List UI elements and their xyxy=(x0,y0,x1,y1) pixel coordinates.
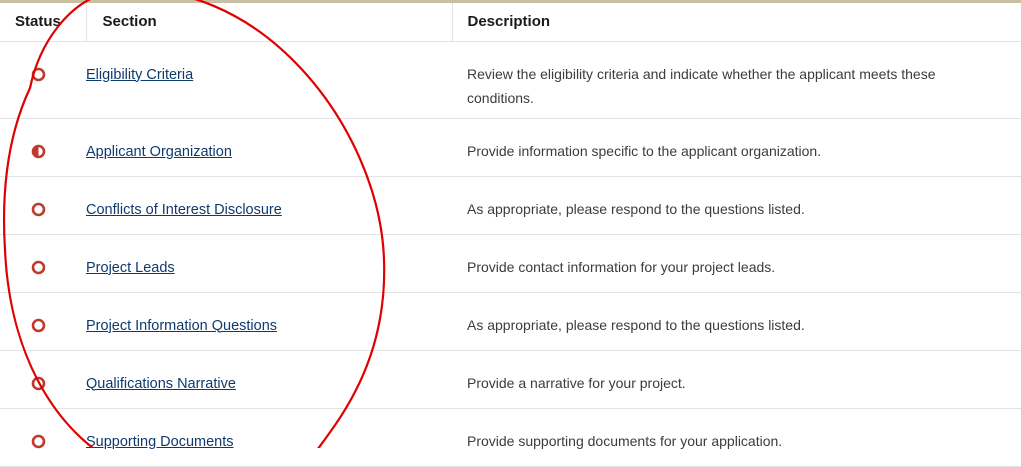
section-link-applicant-organization[interactable]: Applicant Organization xyxy=(86,144,232,160)
section-description: Provide contact information for your pro… xyxy=(452,234,1021,293)
section-link-project-leads[interactable]: Project Leads xyxy=(86,260,175,276)
table-row: Supporting Documents Provide supporting … xyxy=(0,408,1021,467)
table-row: Project Leads Provide contact informatio… xyxy=(0,234,1021,293)
table-row: Applicant Organization Provide informati… xyxy=(0,118,1021,177)
application-sections-table: Status Section Description Eligibility C… xyxy=(0,3,1021,467)
description-column-header: Description xyxy=(451,3,1021,42)
status-empty-circle-icon xyxy=(31,202,46,216)
section-description: Provide information specific to the appl… xyxy=(452,118,1021,177)
status-empty-circle-icon xyxy=(31,376,46,390)
section-link-project-information-questions[interactable]: Project Information Questions xyxy=(86,318,277,334)
table-row: Eligibility Criteria Review the eligibil… xyxy=(0,41,1021,119)
status-empty-circle-icon xyxy=(31,434,46,448)
section-description: Provide supporting documents for your ap… xyxy=(452,408,1021,467)
section-description: Review the eligibility criteria and indi… xyxy=(452,41,1021,119)
table-row: Project Information Questions As appropr… xyxy=(0,292,1021,351)
status-half-filled-circle-icon xyxy=(31,144,46,158)
status-empty-circle-icon xyxy=(31,318,46,332)
section-description: Provide a narrative for your project. xyxy=(452,350,1021,409)
section-link-eligibility-criteria[interactable]: Eligibility Criteria xyxy=(86,67,193,83)
section-column-header: Section xyxy=(85,3,452,42)
section-description: As appropriate, please respond to the qu… xyxy=(452,292,1021,351)
table-header-row: Status Section Description xyxy=(0,3,1021,42)
table-row: Conflicts of Interest Disclosure As appr… xyxy=(0,176,1021,235)
section-link-qualifications-narrative[interactable]: Qualifications Narrative xyxy=(86,376,236,392)
section-description: As appropriate, please respond to the qu… xyxy=(452,176,1021,235)
status-empty-circle-icon xyxy=(31,67,46,81)
section-link-conflicts-of-interest[interactable]: Conflicts of Interest Disclosure xyxy=(86,202,282,218)
status-column-header: Status xyxy=(0,3,86,42)
section-link-supporting-documents[interactable]: Supporting Documents xyxy=(86,434,234,450)
table-row: Qualifications Narrative Provide a narra… xyxy=(0,350,1021,409)
status-empty-circle-icon xyxy=(31,260,46,274)
